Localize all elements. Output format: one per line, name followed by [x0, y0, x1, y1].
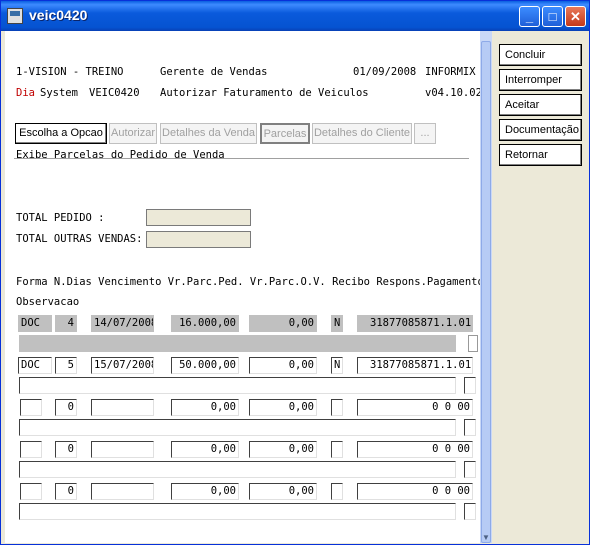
total-pedido-field	[146, 209, 251, 226]
current-date: 01/09/2008	[353, 66, 417, 78]
row3-responsavel[interactable]: 0 0 00	[357, 399, 473, 416]
window-title: veic0420	[29, 7, 88, 23]
row1-obs-scroll[interactable]	[468, 335, 478, 352]
row1-vr-parc-ov[interactable]: 0,00	[249, 315, 317, 332]
row1-recibo[interactable]: N	[331, 315, 343, 332]
row5-vr-parc-ov[interactable]: 0,00	[249, 483, 317, 500]
row2-recibo[interactable]: N	[331, 357, 343, 374]
row2-responsavel[interactable]: 31877085871.1.01	[357, 357, 473, 374]
row3-vr-parc-ped[interactable]: 0,00	[171, 399, 239, 416]
row2-dias[interactable]: 5	[55, 357, 77, 374]
vertical-scrollbar[interactable]: ▼	[480, 31, 492, 543]
row3-obs-scroll[interactable]	[464, 419, 476, 436]
row4-vencimento[interactable]	[91, 441, 154, 458]
row2-vr-parc-ped[interactable]: 50.000,00	[171, 357, 239, 374]
user-role: Gerente de Vendas	[160, 66, 268, 78]
program-description: Autorizar Faturamento de Veiculos	[160, 87, 369, 99]
app-icon	[7, 8, 23, 24]
row3-vr-parc-ov[interactable]: 0,00	[249, 399, 317, 416]
row2-vr-parc-ov[interactable]: 0,00	[249, 357, 317, 374]
row5-vr-parc-ped[interactable]: 0,00	[171, 483, 239, 500]
row4-observacao[interactable]	[19, 461, 456, 478]
system-label: System	[40, 87, 78, 99]
form-area: 1-VISION - TREINO Gerente de Vendas 01/0…	[5, 31, 480, 543]
tab-parcelas[interactable]: Parcelas	[260, 123, 310, 144]
row5-forma[interactable]	[20, 483, 42, 500]
row1-dias[interactable]: 4	[55, 315, 77, 332]
row1-vr-parc-ped[interactable]: 16.000,00	[171, 315, 239, 332]
aceitar-button[interactable]: Aceitar	[499, 94, 582, 116]
documentacao-button[interactable]: Documentação	[499, 119, 582, 141]
app-window: veic0420 _ □ ✕ 1-VISION - TREINO Gerente…	[0, 0, 590, 545]
row1-observacao[interactable]	[19, 335, 456, 352]
row3-recibo[interactable]	[331, 399, 343, 416]
divider	[14, 158, 469, 159]
row4-vr-parc-ped[interactable]: 0,00	[171, 441, 239, 458]
row3-vencimento[interactable]	[91, 399, 154, 416]
retornar-button[interactable]: Retornar	[499, 144, 582, 166]
row4-obs-scroll[interactable]	[464, 461, 476, 478]
status-line: Exibe Parcelas do Pedido de Venda	[16, 149, 225, 158]
row5-dias[interactable]: 0	[55, 483, 77, 500]
close-icon[interactable]: ✕	[565, 6, 586, 27]
row4-responsavel[interactable]: 0 0 00	[357, 441, 473, 458]
column-headers: Forma N.Dias Vencimento Vr.Parc.Ped. Vr.…	[16, 276, 480, 288]
row2-vencimento[interactable]: 15/07/2008	[91, 357, 154, 374]
row4-recibo[interactable]	[331, 441, 343, 458]
interromper-button[interactable]: Interromper	[499, 69, 582, 91]
row2-obs-scroll[interactable]	[464, 377, 476, 394]
row5-observacao[interactable]	[19, 503, 456, 520]
tab-escolha-opcao[interactable]: Escolha a Opcao	[15, 123, 107, 144]
total-outras-field	[146, 231, 251, 248]
title-bar[interactable]: veic0420 _ □ ✕	[1, 1, 589, 31]
row3-dias[interactable]: 0	[55, 399, 77, 416]
total-outras-label: TOTAL OUTRAS VENDAS:	[16, 233, 143, 245]
row5-vencimento[interactable]	[91, 483, 154, 500]
observacao-label: Observacao	[16, 296, 80, 308]
tab-more[interactable]: ...	[414, 123, 436, 144]
scrollbar-thumb[interactable]	[481, 41, 491, 543]
total-pedido-label: TOTAL PEDIDO :	[16, 212, 105, 224]
row3-observacao[interactable]	[19, 419, 456, 436]
row4-dias[interactable]: 0	[55, 441, 77, 458]
scroll-down-icon[interactable]: ▼	[480, 533, 492, 543]
row5-obs-scroll[interactable]	[464, 503, 476, 520]
company-name: 1-VISION - TREINO	[16, 66, 124, 78]
row5-recibo[interactable]	[331, 483, 343, 500]
row1-responsavel[interactable]: 31877085871.1.01	[357, 315, 473, 332]
tab-detalhes-cliente[interactable]: Detalhes do Cliente	[312, 123, 412, 144]
program-version: v04.10.02	[425, 87, 480, 99]
row4-vr-parc-ov[interactable]: 0,00	[249, 441, 317, 458]
row4-forma[interactable]	[20, 441, 42, 458]
row3-forma[interactable]	[20, 399, 42, 416]
row1-forma[interactable]: DOC	[18, 315, 52, 332]
tab-detalhes-venda[interactable]: Detalhes da Venda	[160, 123, 257, 144]
program-code: VEIC0420	[89, 87, 140, 99]
concluir-button[interactable]: Concluir	[499, 44, 582, 66]
row5-responsavel[interactable]: 0 0 00	[357, 483, 473, 500]
row1-vencimento[interactable]: 14/07/2008	[91, 315, 154, 332]
minimize-icon[interactable]: _	[519, 6, 540, 27]
database-name: INFORMIX	[425, 66, 476, 78]
row2-forma[interactable]: DOC	[18, 357, 52, 374]
day-label: Dia	[16, 87, 35, 99]
maximize-icon[interactable]: □	[542, 6, 563, 27]
row2-observacao[interactable]	[19, 377, 456, 394]
tab-autorizar[interactable]: Autorizar	[109, 123, 157, 144]
